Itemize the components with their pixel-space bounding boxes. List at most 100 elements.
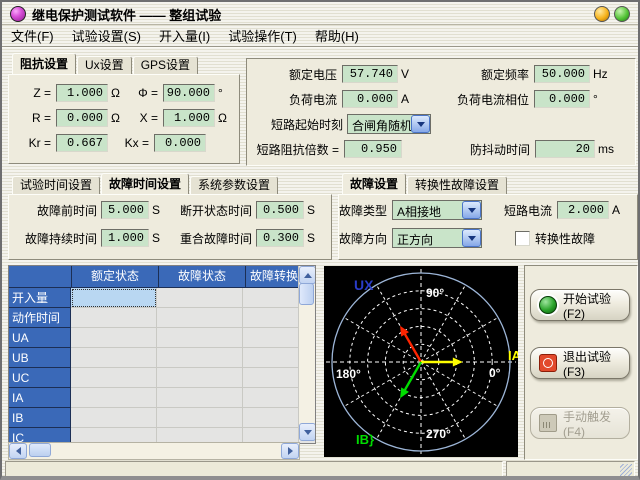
kx-field[interactable]: 0.000 — [154, 134, 206, 152]
phi-field[interactable]: 90.000 — [163, 84, 215, 102]
tab-convert-fault-settings[interactable]: 转换性故障设置 — [407, 176, 507, 195]
arrow-left-icon — [12, 447, 21, 455]
fault-duration-label: 故障持续时间 — [9, 230, 97, 247]
start-test-button[interactable]: 开始试验(F2) — [530, 289, 630, 321]
table-cell[interactable] — [157, 308, 243, 328]
table-cell[interactable] — [71, 408, 157, 428]
rated-voltage-field[interactable]: 57.740 — [342, 65, 398, 83]
table-cell[interactable] — [243, 368, 299, 388]
r-label: R = — [23, 111, 51, 125]
rated-freq-field[interactable]: 50.000 — [534, 65, 590, 83]
table-cell[interactable] — [243, 408, 299, 428]
impedance-panel: Z = 1.000 Ω Φ = 90.000 ° R = 0.000 Ω X =… — [8, 74, 240, 164]
tab-ux-settings[interactable]: Ux设置 — [77, 56, 132, 75]
sc-start-dropdown[interactable]: 合闸角随机 — [347, 114, 431, 134]
table-cell[interactable] — [157, 408, 243, 428]
row-header[interactable]: IB — [9, 408, 71, 428]
fault-panel: 故障类型 A相接地 短路电流 2.000 A 故障方向 正方向 转换性故障 — [338, 194, 638, 260]
row-header[interactable]: UB — [9, 348, 71, 368]
chevron-down-icon[interactable] — [411, 115, 430, 133]
z-unit: Ω — [111, 86, 120, 100]
x-field[interactable]: 1.000 — [163, 109, 215, 127]
menu-test-operation[interactable]: 试验操作(T) — [219, 24, 306, 47]
r-unit: Ω — [111, 111, 120, 125]
tab-fault-settings[interactable]: 故障设置 — [342, 173, 406, 195]
tab-fault-time[interactable]: 故障时间设置 — [101, 173, 189, 195]
scroll-left-button[interactable] — [9, 443, 27, 459]
resize-grip-icon[interactable] — [620, 464, 632, 476]
table-cell[interactable] — [71, 328, 157, 348]
kr-label: Kr = — [23, 136, 51, 150]
ux-label: UX — [354, 277, 374, 293]
table-cell[interactable] — [157, 388, 243, 408]
close-button[interactable] — [614, 6, 630, 22]
z-label: Z = — [23, 86, 51, 100]
load-phase-field[interactable]: 0.000 — [534, 90, 590, 108]
table-cell-selected[interactable] — [71, 288, 157, 308]
tab-test-time[interactable]: 试验时间设置 — [12, 176, 100, 195]
column-header-fault[interactable]: 故障状态 — [159, 266, 246, 288]
scroll-track[interactable] — [51, 443, 281, 459]
chevron-down-icon[interactable] — [462, 229, 481, 247]
impedance-tabs: 阻抗设置 Ux设置 GPS设置 — [12, 54, 199, 75]
row-header[interactable]: UA — [9, 328, 71, 348]
row-header[interactable]: 动作时间 — [9, 308, 71, 328]
fault-duration-field[interactable]: 1.000 — [101, 229, 149, 247]
debounce-field[interactable]: 20 — [535, 140, 595, 158]
sc-current-field[interactable]: 2.000 — [557, 201, 609, 219]
scroll-up-button[interactable] — [299, 266, 316, 284]
row-header[interactable]: IA — [9, 388, 71, 408]
menu-test-settings[interactable]: 试验设置(S) — [63, 24, 150, 47]
scroll-down-button[interactable] — [299, 423, 316, 441]
scroll-right-button[interactable] — [281, 443, 299, 459]
tab-system-params[interactable]: 系统参数设置 — [190, 176, 278, 195]
menu-file[interactable]: 文件(F) — [2, 24, 63, 47]
source-panel: 额定电压 57.740 V 额定频率 50.000 Hz 负荷电流 0.000 … — [246, 58, 636, 166]
table-cell[interactable] — [71, 388, 157, 408]
row-header[interactable]: 开入量 — [9, 288, 71, 308]
r-field[interactable]: 0.000 — [56, 109, 108, 127]
time-panel: 故障前时间 5.000 S 断开状态时间 0.500 S 故障持续时间 1.00… — [8, 194, 332, 260]
time-tabs: 试验时间设置 故障时间设置 系统参数设置 — [12, 174, 279, 195]
open-state-field[interactable]: 0.500 — [256, 201, 304, 219]
table-cell[interactable] — [157, 348, 243, 368]
kr-field[interactable]: 0.667 — [56, 134, 108, 152]
table-cell[interactable] — [71, 308, 157, 328]
action-panel: 开始试验(F2) 退出试验(F3) 手动触发(F4) — [524, 265, 638, 460]
table-cell[interactable] — [243, 328, 299, 348]
manual-trigger-button: 手动触发(F4) — [530, 407, 630, 439]
load-current-field[interactable]: 0.000 — [342, 90, 398, 108]
table-cell[interactable] — [157, 288, 243, 308]
table-cell[interactable] — [71, 368, 157, 388]
pre-fault-field[interactable]: 5.000 — [101, 201, 149, 219]
fault-type-dropdown[interactable]: A相接地 — [392, 200, 482, 220]
tab-impedance-settings[interactable]: 阻抗设置 — [12, 53, 76, 75]
table-cell[interactable] — [243, 348, 299, 368]
fault-direction-dropdown[interactable]: 正方向 — [392, 228, 482, 248]
column-header-rated[interactable]: 额定状态 — [72, 266, 159, 288]
table-cell[interactable] — [243, 308, 299, 328]
menu-binary-input[interactable]: 开入量(I) — [150, 24, 219, 47]
horizontal-scroll-thumb[interactable] — [29, 443, 51, 457]
vertical-scroll-thumb[interactable] — [299, 283, 314, 305]
table-cell[interactable] — [243, 288, 299, 308]
table-horizontal-scrollbar[interactable] — [8, 442, 300, 460]
column-header-convert[interactable]: 故障转换 — [246, 266, 303, 288]
table-cell[interactable] — [243, 388, 299, 408]
tab-gps-settings[interactable]: GPS设置 — [133, 56, 198, 75]
table-cell[interactable] — [157, 368, 243, 388]
row-header[interactable]: UC — [9, 368, 71, 388]
table-vertical-scrollbar[interactable] — [298, 266, 315, 441]
sc-multiple-field[interactable]: 0.950 — [344, 140, 402, 158]
minimize-button[interactable] — [594, 6, 610, 22]
table-cell[interactable] — [157, 328, 243, 348]
convert-fault-checkbox[interactable] — [515, 231, 530, 246]
chevron-down-icon[interactable] — [462, 201, 481, 219]
reclose-fault-field[interactable]: 0.300 — [256, 229, 304, 247]
table-cell[interactable] — [71, 348, 157, 368]
kx-label: Kx = — [119, 136, 149, 150]
z-field[interactable]: 1.000 — [56, 84, 108, 102]
menu-help[interactable]: 帮助(H) — [306, 24, 368, 47]
app-icon — [10, 6, 26, 22]
exit-test-button[interactable]: 退出试验(F3) — [530, 347, 630, 379]
